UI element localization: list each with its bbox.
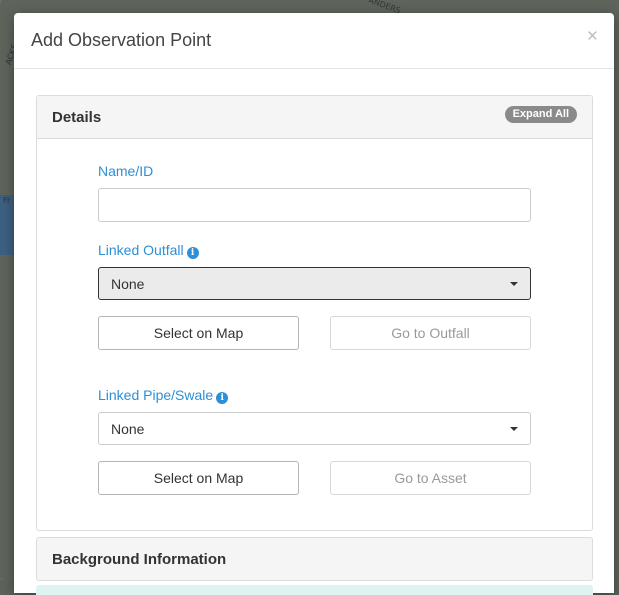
background-information-title: Background Information xyxy=(52,551,227,568)
linked-pipe-value: None xyxy=(111,421,145,437)
next-panel-strip xyxy=(36,585,593,595)
linked-pipe-label: Linked Pipe/Swale i xyxy=(98,387,530,404)
add-observation-modal: Add Observation Point × Details Expand A… xyxy=(14,13,614,595)
modal-title: Add Observation Point xyxy=(31,30,212,50)
map-street-label: Fr xyxy=(3,196,11,205)
outfall-button-row: Select on Map Go to Outfall xyxy=(98,316,531,350)
modal-body: Details Expand All Name/ID Linked Outfal… xyxy=(14,69,614,595)
close-icon[interactable]: × xyxy=(587,27,598,46)
caret-down-icon xyxy=(510,282,518,286)
details-panel-body: Name/ID Linked Outfall i None Select on M… xyxy=(37,139,592,530)
linked-pipe-select[interactable]: None xyxy=(98,412,531,445)
linked-outfall-label: Linked Outfall i xyxy=(98,242,530,259)
pipe-button-row: Select on Map Go to Asset xyxy=(98,461,531,495)
name-id-label: Name/ID xyxy=(98,163,154,179)
details-panel-heading[interactable]: Details Expand All xyxy=(37,96,592,139)
caret-down-icon xyxy=(510,427,518,431)
info-icon[interactable]: i xyxy=(186,247,199,259)
pipe-select-on-map-button[interactable]: Select on Map xyxy=(98,461,299,495)
linked-outfall-value: None xyxy=(111,276,145,292)
modal-header: Add Observation Point × xyxy=(14,13,614,69)
info-icon[interactable]: i xyxy=(216,392,229,404)
name-id-input[interactable] xyxy=(98,188,531,222)
expand-all-button[interactable]: Expand All xyxy=(504,106,577,123)
linked-outfall-select[interactable]: None xyxy=(98,267,531,300)
go-to-outfall-button[interactable]: Go to Outfall xyxy=(330,316,531,350)
linked-outfall-label-text: Linked Outfall xyxy=(98,242,184,258)
outfall-select-on-map-button[interactable]: Select on Map xyxy=(98,316,299,350)
go-to-asset-button[interactable]: Go to Asset xyxy=(330,461,531,495)
linked-pipe-label-text: Linked Pipe/Swale xyxy=(98,387,214,403)
background-information-panel[interactable]: Background Information xyxy=(36,537,593,581)
details-panel: Details Expand All Name/ID Linked Outfal… xyxy=(36,95,593,531)
details-panel-title: Details xyxy=(52,109,102,126)
